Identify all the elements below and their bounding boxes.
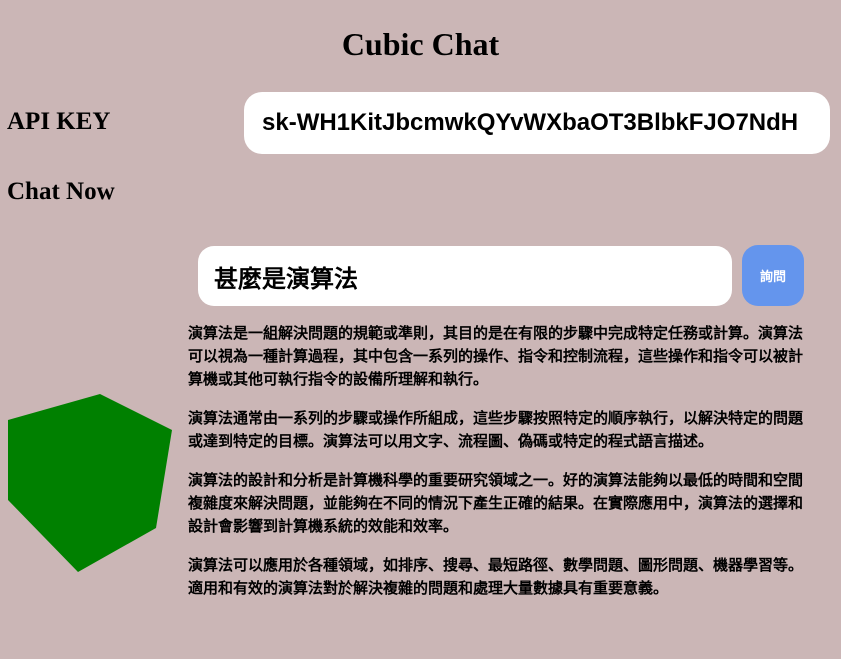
answer-paragraph: 演算法可以應用於各種領域，如排序、搜尋、最短路徑、數學問題、圖形問題、機器學習等…: [188, 556, 804, 597]
api-key-label: API KEY: [7, 108, 111, 135]
cube-shape: [8, 394, 172, 572]
ask-button[interactable]: 詢問: [742, 245, 804, 306]
answer-paragraph: 演算法是一組解決問題的規範或準則，其目的是在有限的步驟中完成特定任務或計算。演算…: [188, 324, 804, 388]
answer-paragraph: 演算法的設計和分析是計算機科學的重要研究領域之一。好的演算法能夠以最低的時間和空…: [188, 471, 804, 535]
cube-3d-model: [8, 394, 172, 572]
answer-paragraph: 演算法通常由一系列的步驟或操作所組成，這些步驟按照特定的順序執行，以解決特定的問…: [188, 409, 804, 450]
api-key-input[interactable]: [244, 92, 830, 154]
answer-text: 演算法是一組解決問題的規範或準則，其目的是在有限的步驟中完成特定任務或計算。演算…: [188, 322, 816, 616]
question-input[interactable]: [198, 246, 732, 306]
chat-now-label: Chat Now: [7, 178, 115, 205]
page-title: Cubic Chat: [341, 26, 500, 62]
